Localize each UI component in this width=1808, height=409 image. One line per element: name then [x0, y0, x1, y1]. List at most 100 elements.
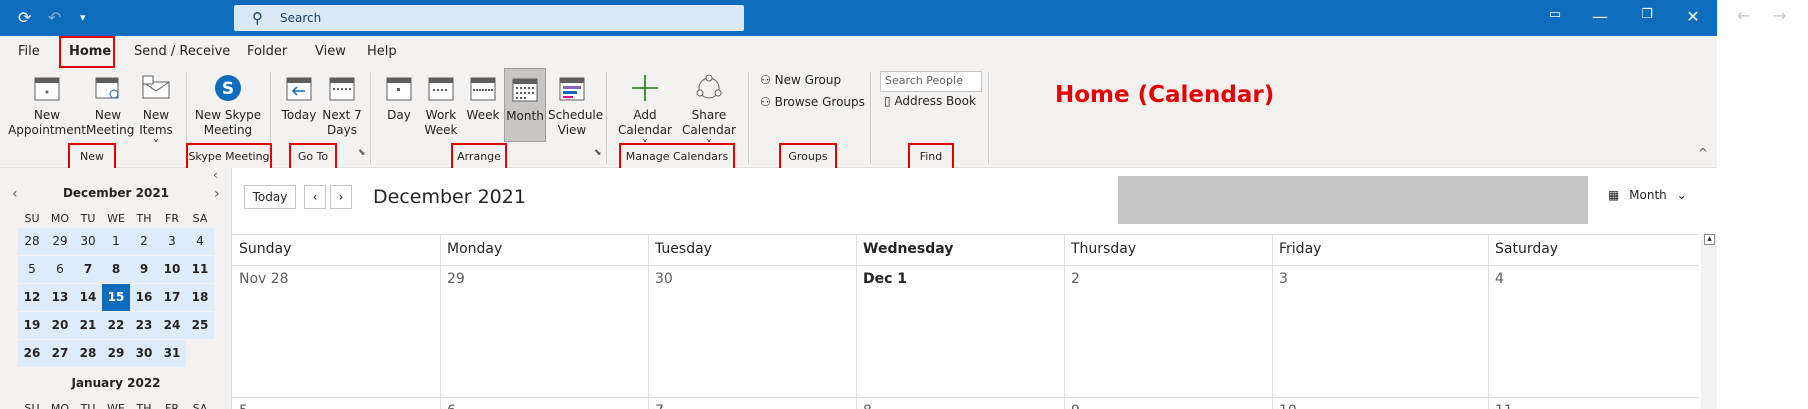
- schedule-view-label-2: View: [557, 123, 587, 137]
- today-button[interactable]: Today: [278, 72, 320, 123]
- close-icon[interactable]: ✕: [1678, 7, 1708, 26]
- mini-calendar-day[interactable]: 11: [186, 256, 214, 283]
- mini-calendar-day[interactable]: 1: [102, 228, 130, 255]
- dialog-launcher-icon[interactable]: ⬊: [358, 148, 366, 158]
- mini-calendar-day[interactable]: 8: [102, 256, 130, 283]
- day-cell-date[interactable]: Dec 1: [863, 271, 907, 287]
- mini-calendar-day[interactable]: 27: [46, 340, 74, 367]
- address-book-button[interactable]: ▯ Address Book: [884, 94, 976, 108]
- vertical-scrollbar[interactable]: ▴: [1701, 234, 1717, 409]
- day-cell-date[interactable]: 11: [1495, 403, 1513, 409]
- new-appointment-button[interactable]: New Appointment: [8, 72, 86, 138]
- day-cell-date[interactable]: 8: [863, 403, 872, 409]
- menu-file[interactable]: File: [18, 44, 40, 59]
- mini-calendar-day[interactable]: 15: [102, 284, 130, 311]
- next-7-days-button[interactable]: Next 7 Days: [322, 72, 362, 138]
- scroll-up-icon[interactable]: ▴: [1704, 234, 1715, 245]
- browse-groups-button[interactable]: ⚇ Browse Groups: [760, 95, 865, 109]
- mini-calendar-day[interactable]: 3: [158, 228, 186, 255]
- day-name-header: Sunday: [239, 241, 292, 257]
- dialog-launcher-icon[interactable]: ⬊: [594, 148, 602, 158]
- collapse-pane-icon[interactable]: ‹: [213, 168, 218, 182]
- mini-calendar-day[interactable]: 4: [186, 228, 214, 255]
- mini-calendar-day[interactable]: 21: [74, 312, 102, 339]
- mini-calendar-day[interactable]: 29: [46, 228, 74, 255]
- ribbon-display-icon[interactable]: ▭: [1540, 7, 1570, 22]
- back-arrow-icon[interactable]: ←: [1737, 6, 1750, 25]
- new-skype-meeting-button[interactable]: S New Skype Meeting: [192, 72, 264, 138]
- mini-calendar-day[interactable]: 9: [130, 256, 158, 283]
- customize-toolbar-icon[interactable]: ▾: [80, 8, 86, 28]
- mini-calendar-day[interactable]: 22: [102, 312, 130, 339]
- share-calendar-button[interactable]: Share Calendar ˅: [678, 72, 740, 153]
- month-view-button[interactable]: Month: [504, 68, 546, 142]
- day-cell-date[interactable]: 29: [447, 271, 465, 287]
- mini-calendar-day[interactable]: 16: [130, 284, 158, 311]
- prev-month-icon[interactable]: ‹: [12, 186, 18, 202]
- mini-calendar-day[interactable]: 19: [18, 312, 46, 339]
- mini-calendar-day[interactable]: 24: [158, 312, 186, 339]
- menu-view[interactable]: View: [315, 44, 346, 59]
- collapse-ribbon-icon[interactable]: ^: [1698, 146, 1708, 160]
- day-cell-date[interactable]: 10: [1279, 403, 1297, 409]
- search-people-input[interactable]: Search People: [880, 71, 982, 92]
- day-cell-date[interactable]: 2: [1071, 271, 1080, 287]
- mini-calendar-day[interactable]: 30: [130, 340, 158, 367]
- day-cell-date[interactable]: 7: [655, 403, 664, 409]
- forward-arrow-icon[interactable]: →: [1773, 6, 1786, 25]
- redacted-area: [1118, 176, 1588, 224]
- mini-calendar-day[interactable]: 12: [18, 284, 46, 311]
- day-cell-date[interactable]: 4: [1495, 271, 1504, 287]
- day-view-button[interactable]: Day: [378, 72, 420, 123]
- mini-calendar-day[interactable]: 23: [130, 312, 158, 339]
- mini-calendar-day[interactable]: 13: [46, 284, 74, 311]
- ribbon-separator: [748, 72, 749, 164]
- search-box[interactable]: ⚲ Search: [234, 5, 744, 31]
- menu-folder[interactable]: Folder: [247, 44, 287, 59]
- mini-calendar-day[interactable]: 7: [74, 256, 102, 283]
- undo-icon[interactable]: ↶: [48, 8, 61, 28]
- mini-calendar-day[interactable]: 30: [74, 228, 102, 255]
- schedule-view-button[interactable]: Schedule View: [548, 72, 603, 138]
- mini-calendar-day[interactable]: 29: [102, 340, 130, 367]
- add-calendar-button[interactable]: Add Calendar ˅: [614, 72, 676, 153]
- mini-calendar-day[interactable]: 25: [186, 312, 214, 339]
- next-month-icon[interactable]: ›: [214, 186, 220, 202]
- grid-column-divider: [856, 235, 857, 409]
- mini-calendar-day[interactable]: 2: [130, 228, 158, 255]
- new-meeting-button[interactable]: New Meeting: [86, 72, 134, 138]
- work-week-view-button[interactable]: Work Week: [420, 72, 462, 138]
- mini-calendar-day[interactable]: 10: [158, 256, 186, 283]
- day-cell-date[interactable]: 30: [655, 271, 673, 287]
- mini-calendar-day[interactable]: 28: [74, 340, 102, 367]
- address-book-label: Address Book: [894, 94, 976, 108]
- day-cell-date[interactable]: 5: [239, 403, 248, 409]
- restore-icon[interactable]: ❐: [1632, 7, 1662, 22]
- week-view-button[interactable]: Week: [462, 72, 504, 123]
- menu-help[interactable]: Help: [367, 44, 397, 59]
- mini-calendar-title: January 2022: [71, 376, 161, 390]
- new-items-button[interactable]: New Items ˅: [136, 72, 176, 153]
- mini-calendar-day[interactable]: 5: [18, 256, 46, 283]
- mini-calendar-day[interactable]: 14: [74, 284, 102, 311]
- mini-calendar-day[interactable]: 20: [46, 312, 74, 339]
- day-cell-date[interactable]: Nov 28: [239, 271, 289, 287]
- sync-icon[interactable]: ⟳: [18, 8, 31, 28]
- mini-calendar-day[interactable]: 6: [46, 256, 74, 283]
- minimize-icon[interactable]: —: [1585, 7, 1615, 26]
- mini-calendar-day[interactable]: 18: [186, 284, 214, 311]
- menu-send-receive[interactable]: Send / Receive: [134, 44, 230, 59]
- mini-calendar-day[interactable]: 28: [18, 228, 46, 255]
- new-group-button[interactable]: ⚇ New Group: [760, 73, 841, 87]
- mini-calendar-day[interactable]: 31: [158, 340, 186, 367]
- next-month-button[interactable]: ›: [330, 185, 352, 209]
- mini-calendar-day[interactable]: 17: [158, 284, 186, 311]
- prev-month-button[interactable]: ‹: [304, 185, 326, 209]
- day-cell-date[interactable]: 9: [1071, 403, 1080, 409]
- day-cell-date[interactable]: 3: [1279, 271, 1288, 287]
- today-nav-button[interactable]: Today: [244, 185, 296, 209]
- mini-calendar-day[interactable]: 26: [18, 340, 46, 367]
- view-selector[interactable]: ▦ Month ⌄: [1608, 188, 1687, 202]
- ribbon: New Appointment New Meeting New Items ˅ …: [0, 68, 1717, 171]
- day-cell-date[interactable]: 6: [447, 403, 456, 409]
